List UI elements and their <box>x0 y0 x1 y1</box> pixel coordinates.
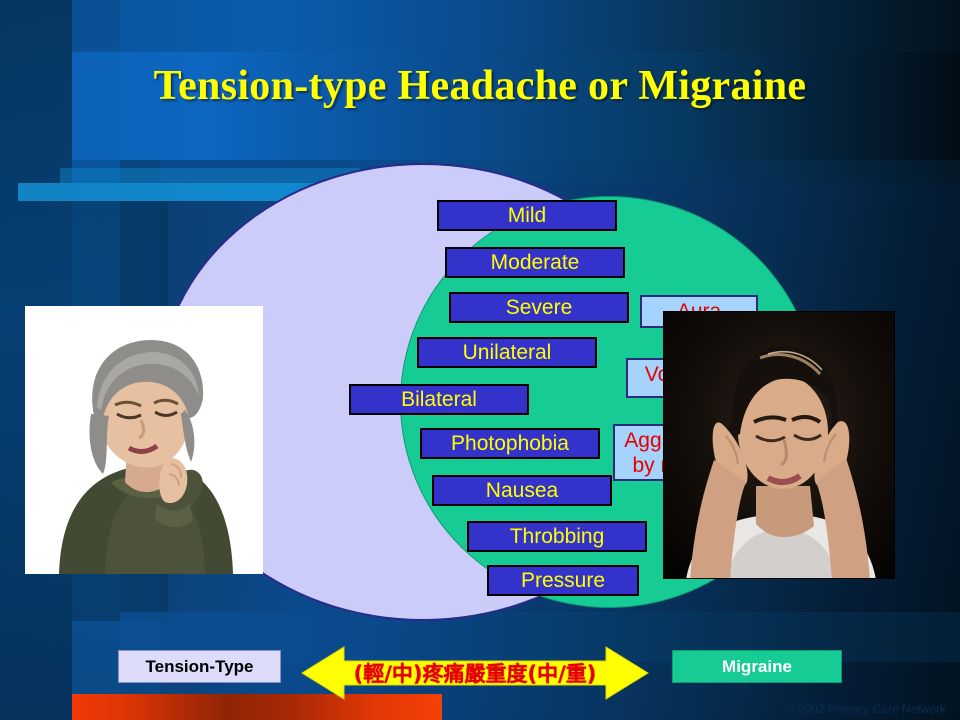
symptom-label-box: Unilateral <box>417 337 597 368</box>
slide-canvas: Tension-type Headache or Migraine AuraVo… <box>0 0 960 720</box>
symptom-label-box: Mild <box>437 200 617 231</box>
background-band-top <box>120 0 960 52</box>
symptom-label-box: Moderate <box>445 247 625 278</box>
woman-temples-illustration <box>664 312 894 578</box>
woman-neck-illustration <box>25 306 263 574</box>
symptom-label-box: Bilateral <box>349 384 529 415</box>
photo-woman-holding-neck <box>25 306 263 574</box>
photo-woman-holding-temples <box>663 311 895 579</box>
background-band-cyan-upper <box>60 168 360 183</box>
severity-scale-label: (輕/中)疼痛嚴重度(中/重) <box>353 662 597 686</box>
symptom-label-box: Severe <box>449 292 629 323</box>
symptom-label-box: Nausea <box>432 475 612 506</box>
page-title: Tension-type Headache or Migraine <box>153 63 807 109</box>
legend-tension-type: Tension-Type <box>118 650 281 683</box>
severity-scale-arrow: (輕/中)疼痛嚴重度(中/重) <box>300 645 650 701</box>
copyright-notice: © 2002 Primary Care Network <box>785 702 946 716</box>
symptom-label-box: Photophobia <box>420 428 600 459</box>
symptom-label-box: Pressure <box>487 565 639 596</box>
symptom-label-box: Throbbing <box>467 521 647 552</box>
legend-migraine: Migraine <box>672 650 842 683</box>
